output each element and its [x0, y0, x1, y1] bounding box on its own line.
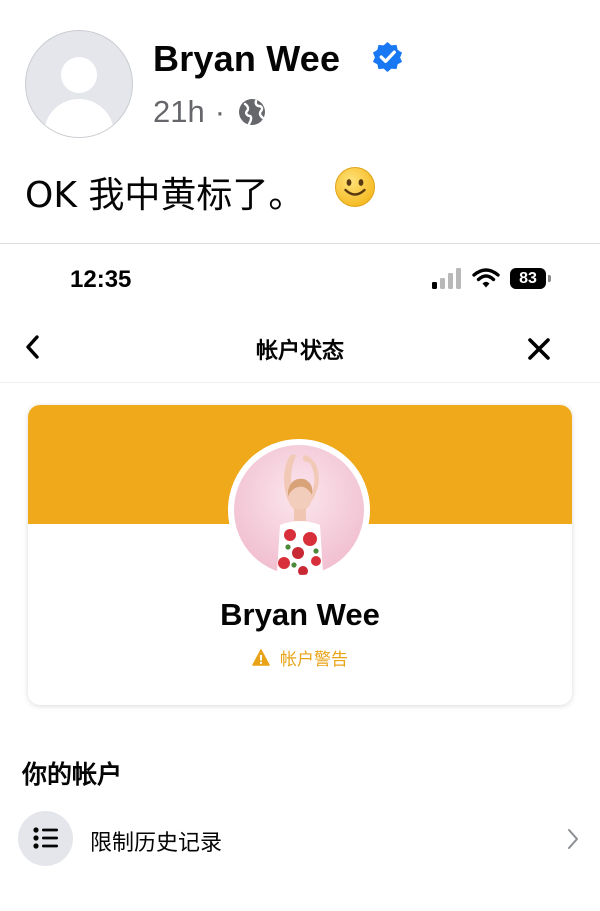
warning-label: 帐户警告: [280, 650, 348, 670]
post-text: OK 我中黄标了。: [25, 175, 305, 216]
list-item-label: 限制历史记录: [90, 831, 223, 856]
globe-icon[interactable]: [237, 97, 267, 127]
verified-badge-icon: [372, 41, 403, 72]
post-divider: [0, 243, 600, 244]
profile-name: Bryan Wee: [220, 597, 380, 632]
default-avatar-icon: [61, 57, 97, 93]
list-icon: [33, 827, 58, 849]
meta-separator: ·: [214, 94, 226, 129]
status-bar-time: 12:35: [70, 266, 132, 293]
wifi-icon: [472, 268, 500, 288]
smiley-emoji-icon: [335, 167, 375, 207]
account-warning-badge[interactable]: 帐户警告: [28, 645, 572, 670]
close-icon[interactable]: [526, 336, 552, 362]
warning-icon: [252, 649, 270, 666]
author-name[interactable]: Bryan Wee: [153, 38, 340, 80]
battery-cap: [548, 275, 551, 282]
page-title: 帐户状态: [255, 339, 344, 364]
account-status-card: Bryan Wee 帐户警告: [28, 405, 572, 705]
battery-icon: 83: [510, 268, 546, 289]
section-title: 你的帐户: [22, 760, 123, 789]
restriction-history-item[interactable]: 限制历史记录: [0, 808, 600, 870]
post-meta: 21h ·: [153, 94, 267, 130]
nav-divider: [0, 382, 600, 383]
profile-photo[interactable]: [228, 439, 370, 581]
chevron-right-icon: [568, 829, 578, 849]
post-header: Bryan Wee 21h · OK 我中黄标了。: [0, 0, 600, 243]
author-avatar[interactable]: [25, 30, 133, 138]
post-time[interactable]: 21h: [153, 94, 205, 130]
cellular-signal-icon: [432, 268, 461, 289]
profile-picture-image: [228, 439, 370, 581]
